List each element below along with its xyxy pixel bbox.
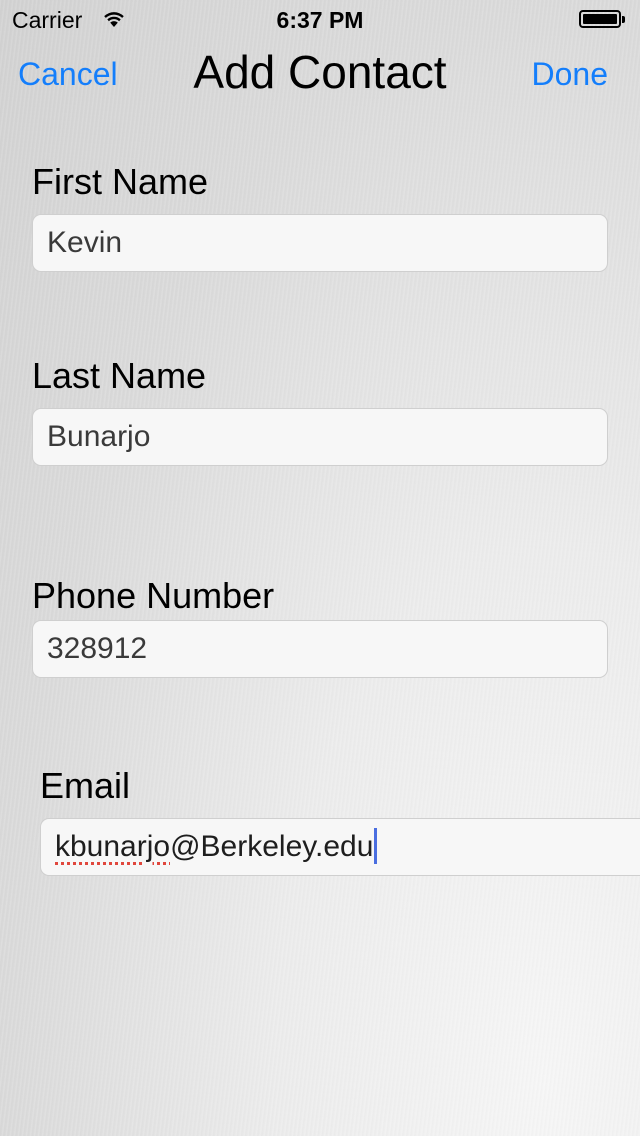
status-bar: Carrier 6:37 PM: [0, 0, 640, 40]
first-name-label: First Name: [32, 161, 209, 202]
phone-number-label: Phone Number: [32, 575, 275, 616]
navigation-bar: Cancel Add Contact Done: [0, 40, 640, 106]
battery-icon: [579, 10, 625, 30]
text-cursor: [374, 828, 378, 865]
last-name-field[interactable]: Bunarjo: [32, 408, 608, 466]
status-time: 6:37 PM: [276, 7, 364, 33]
phone-number-value: 328912: [47, 632, 148, 665]
email-value-rest: @Berkeley.edu: [170, 830, 374, 863]
last-name-value: Bunarjo: [47, 420, 151, 453]
first-name-field[interactable]: Kevin: [32, 214, 608, 272]
email-value-misspelled: kbunarjo: [55, 830, 171, 863]
email-label: Email: [40, 765, 131, 806]
done-button[interactable]: Done: [532, 54, 609, 94]
email-field[interactable]: kbunarjo@Berkeley.edu: [40, 818, 640, 876]
first-name-value: Kevin: [47, 226, 123, 259]
phone-number-field[interactable]: 328912: [32, 620, 608, 678]
last-name-label: Last Name: [32, 355, 207, 396]
